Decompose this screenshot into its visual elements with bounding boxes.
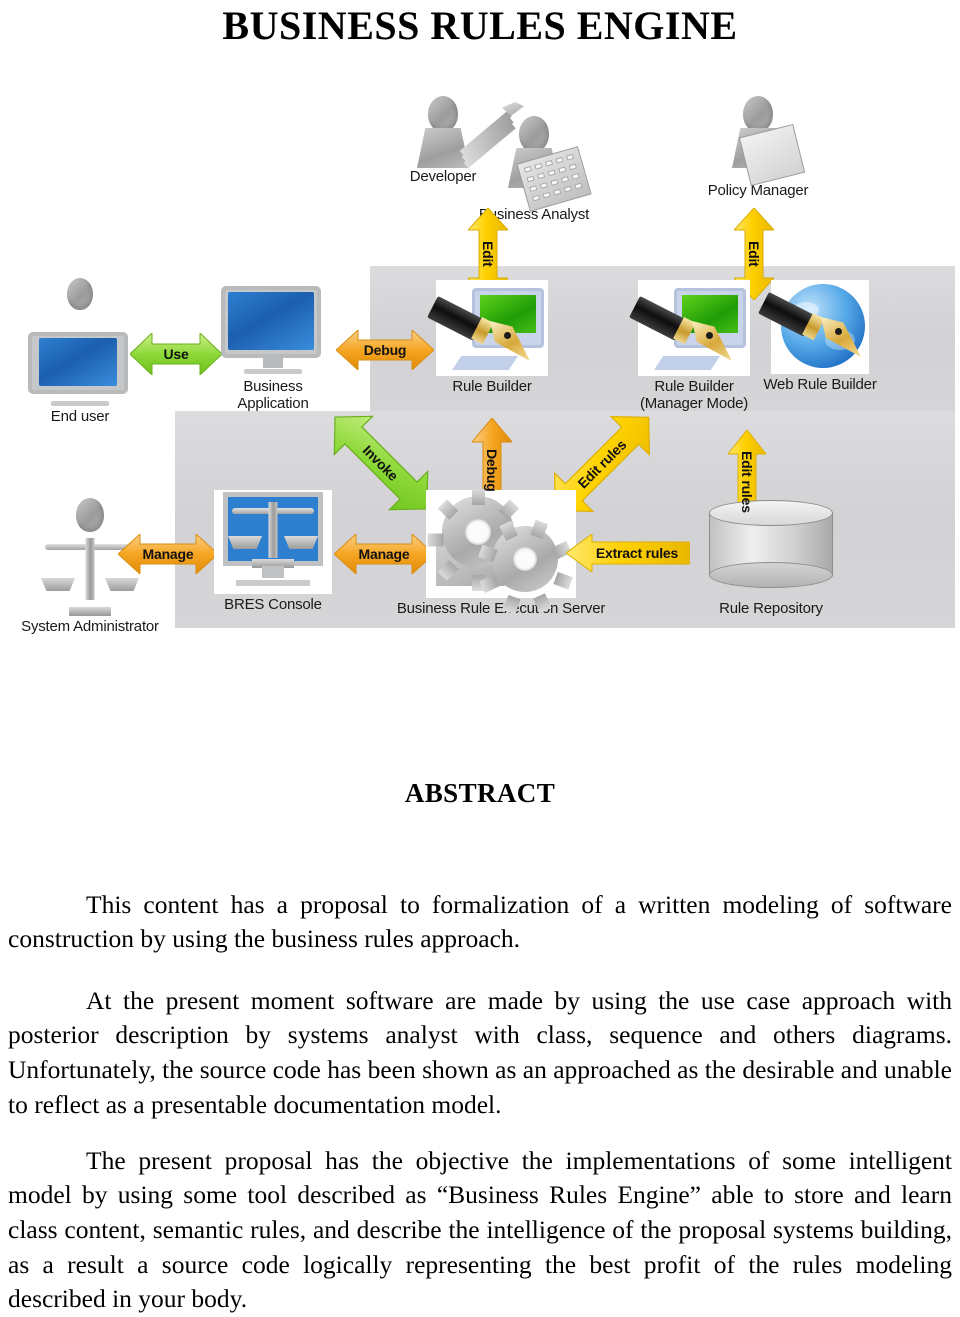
node-label-system-administrator: System Administrator <box>21 618 159 635</box>
node-business-application: Business Application <box>213 286 333 412</box>
node-label-business-application-line2: Application <box>237 395 309 413</box>
page-title: BUSINESS RULES ENGINE <box>222 3 738 48</box>
arrow-label-debug-horizontal: Debug <box>363 342 407 358</box>
arrow-use: Use <box>130 333 222 375</box>
arrow-manage-admin: Manage <box>118 534 218 574</box>
end-user-figure-icon <box>48 278 112 322</box>
abstract-paragraph-1: This content has a proposal to formaliza… <box>8 888 952 957</box>
database-cylinder-icon <box>709 500 833 596</box>
arrow-label-edit-policy-manager: Edit <box>746 241 762 267</box>
paragraph-text: At the present moment software are made … <box>8 985 952 1119</box>
abstract-paragraph-2: At the present moment software are made … <box>8 984 952 1123</box>
arrow-label-manage-admin: Manage <box>142 546 194 562</box>
end-user-laptop-icon <box>28 318 132 406</box>
node-rule-builder: Rule Builder <box>427 280 552 395</box>
arrow-label-extract-rules: Extract rules <box>595 545 679 561</box>
node-rule-repository: Rule Repository <box>686 500 856 617</box>
gears-icon <box>426 489 576 615</box>
arrow-label-use: Use <box>163 346 189 362</box>
node-label-web-rule-builder: Web Rule Builder <box>763 376 877 393</box>
paragraph-text: This content has a proposal to formaliza… <box>8 889 952 954</box>
node-web-rule-builder: Web Rule Builder <box>752 280 888 393</box>
node-label-bres-console: BRES Console <box>224 596 322 613</box>
node-label-rule-builder-manager-line1: Rule Builder <box>654 378 734 395</box>
arrow-extract-rules: Extract rules <box>566 534 690 572</box>
architecture-diagram: Developer Business Analyst Policy Manage… <box>0 78 960 658</box>
bres-console-icon <box>214 490 332 594</box>
node-label-business-rule-execution-server: Business Rule Execution Server <box>396 600 606 617</box>
arrow-debug-horizontal: Debug <box>336 330 434 370</box>
arrow-label-edit-developer: Edit <box>480 241 496 267</box>
paragraph-text: The present proposal has the objective t… <box>8 1145 952 1314</box>
node-bres-console: BRES Console <box>208 490 338 613</box>
arrow-label-debug-vertical: Debug <box>484 448 500 492</box>
node-policy-manager: Policy Manager <box>698 96 818 199</box>
rule-builder-pen-icon <box>427 280 548 376</box>
business-application-monitor-icon <box>221 286 325 374</box>
node-label-rule-builder: Rule Builder <box>452 378 532 395</box>
node-label-business-application-line1: Business <box>243 378 303 395</box>
node-label-end-user: End user <box>50 408 110 425</box>
abstract-heading: ABSTRACT <box>404 778 556 808</box>
business-analyst-figure-icon <box>502 116 592 212</box>
arrow-label-edit-rules-vertical: Edit rules <box>739 451 755 513</box>
node-rule-builder-manager-mode: Rule Builder (Manager Mode) <box>629 280 758 412</box>
rule-builder-manager-pen-icon <box>629 280 750 376</box>
abstract-paragraph-3: The present proposal has the objective t… <box>8 1144 952 1317</box>
node-end-user: End user <box>20 278 140 425</box>
node-label-policy-manager: Policy Manager <box>707 182 809 199</box>
web-rule-builder-globe-icon <box>758 280 869 374</box>
node-label-rule-repository: Rule Repository <box>719 600 823 617</box>
arrow-label-manage-server: Manage <box>358 546 410 562</box>
policy-manager-figure-icon <box>726 96 806 187</box>
